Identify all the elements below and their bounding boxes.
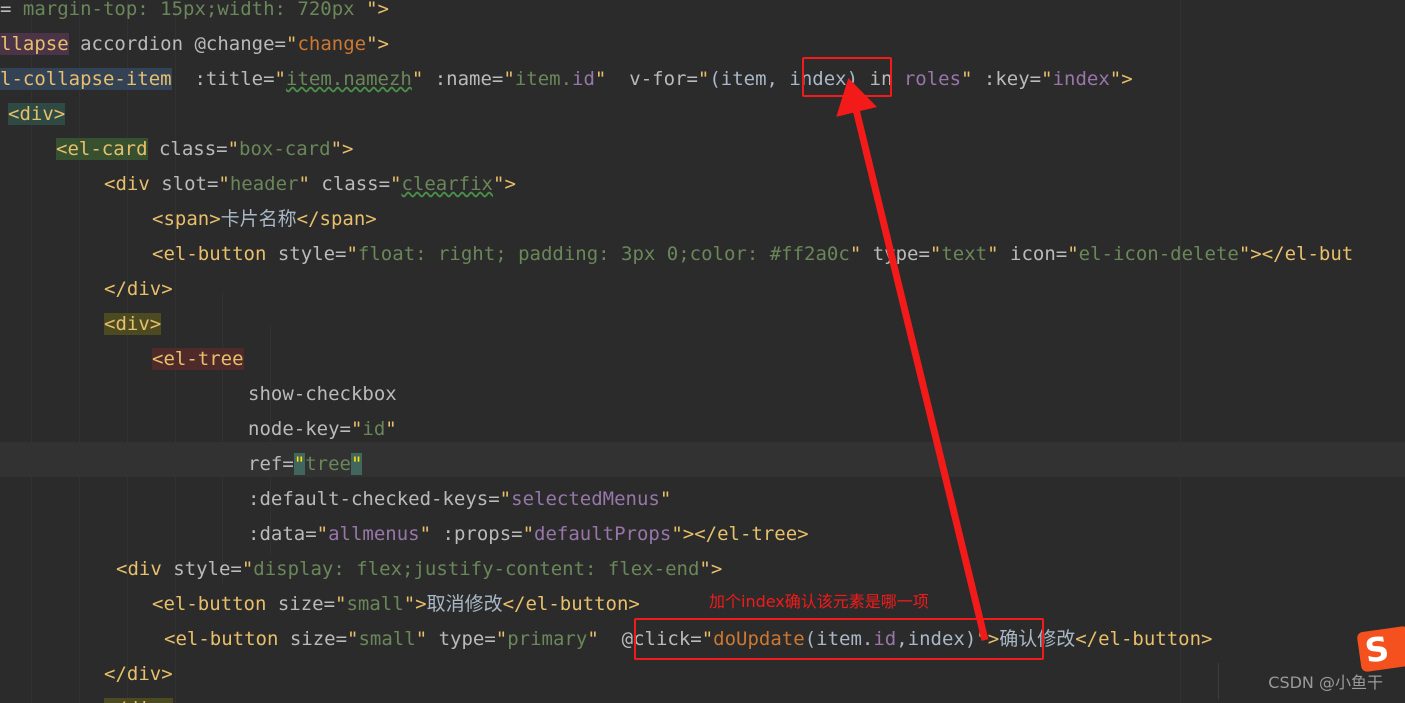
sogou-logo-icon: S: [1353, 623, 1405, 673]
code-line-3[interactable]: l-collapse-item :title="item.namezh" :na…: [0, 62, 1133, 97]
code-line-21[interactable]: </div>: [104, 692, 173, 703]
code-line-9[interactable]: </div>: [104, 272, 173, 307]
code-line-1[interactable]: = margin-top: 15px;width: 720px ">: [0, 0, 389, 27]
highlight-box-click-handler: [634, 618, 1044, 660]
code-line-15[interactable]: :default-checked-keys="selectedMenus": [248, 482, 671, 517]
code-line-12[interactable]: show-checkbox: [248, 377, 397, 412]
code-line-16[interactable]: :data="allmenus" :props="defaultProps"><…: [248, 517, 809, 552]
code-text-layer: = margin-top: 15px;width: 720px "> llaps…: [0, 0, 1405, 703]
sogou-logo-letter: S: [1356, 625, 1405, 673]
code-line-14[interactable]: ref="tree": [248, 447, 363, 482]
code-line-8[interactable]: <el-button style="float: right; padding:…: [152, 237, 1353, 272]
code-line-5[interactable]: <el-card class="box-card">: [56, 132, 353, 167]
highlight-box-index: [802, 57, 892, 97]
code-line-4[interactable]: <div>: [8, 97, 66, 132]
annotation-note: 加个index确认该元素是哪一项: [709, 592, 929, 611]
code-line-2[interactable]: llapse accordion @change="change">: [0, 27, 389, 62]
code-line-13[interactable]: node-key="id": [248, 412, 397, 447]
code-line-6[interactable]: <div slot="header" class="clearfix">: [104, 167, 516, 202]
code-line-10[interactable]: <div>: [104, 307, 162, 342]
watermark-divider: [1218, 663, 1219, 699]
code-line-7[interactable]: <span>卡片名称</span>: [152, 202, 377, 237]
code-line-11[interactable]: <el-tree: [152, 342, 244, 377]
code-editor[interactable]: = margin-top: 15px;width: 720px "> llaps…: [0, 0, 1405, 703]
code-line-20[interactable]: </div>: [104, 657, 173, 692]
code-line-18[interactable]: <el-button size="small">取消修改</el-button>: [152, 587, 640, 622]
code-line-17[interactable]: <div style="display: flex;justify-conten…: [116, 552, 722, 587]
